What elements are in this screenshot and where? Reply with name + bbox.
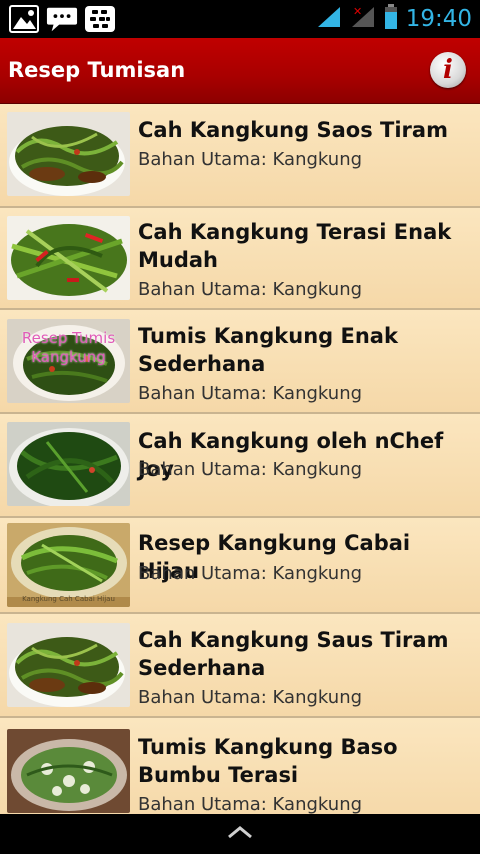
recipe-thumbnail [7, 729, 130, 813]
recipe-list[interactable]: Cah Kangkung Saos Tiram Bahan Utama: Kan… [0, 104, 480, 814]
svg-text:✕: ✕ [353, 5, 362, 18]
gallery-icon [8, 5, 40, 33]
recipe-subtitle: Bahan Utama: Kangkung [138, 279, 363, 300]
action-bar: Resep Tumisan i [0, 38, 480, 104]
recipe-title: Tumis Kangkung Enak Sederhana [138, 324, 398, 376]
recipe-subtitle: Bahan Utama: Kangkung [138, 794, 363, 814]
chevron-up-icon[interactable] [227, 824, 253, 844]
recipe-subtitle: Bahan Utama: Kangkung [138, 459, 363, 480]
recipe-thumbnail [7, 216, 130, 300]
recipe-title: Cah Kangkung Saus Tiram Sederhana [138, 628, 449, 680]
list-item[interactable]: Kangkung Cah Cabai Hijau Resep Kangkung … [0, 518, 480, 614]
recipe-thumbnail [7, 422, 130, 506]
chat-icon [46, 5, 78, 33]
recipe-thumbnail: Kangkung Cah Cabai Hijau [7, 523, 130, 607]
recipe-title: Cah Kangkung Saos Tiram [138, 118, 448, 142]
nav-bar [0, 814, 480, 854]
list-item[interactable]: Tumis Kangkung Baso Bumbu Terasi Bahan U… [0, 718, 480, 814]
wifi-icon [316, 5, 342, 33]
recipe-subtitle: Bahan Utama: Kangkung [138, 149, 363, 170]
list-item[interactable]: Cah Kangkung Saos Tiram Bahan Utama: Kan… [0, 104, 480, 208]
recipe-thumbnail [7, 112, 130, 196]
list-item[interactable]: Cah Kangkung oleh nChef Joy Bahan Utama:… [0, 414, 480, 518]
list-item[interactable]: Cah Kangkung Terasi Enak Mudah Bahan Uta… [0, 208, 480, 310]
list-item[interactable]: Resep Tumis Kangkung Tumis Kangkung Enak… [0, 310, 480, 414]
battery-icon [384, 4, 398, 34]
info-button[interactable]: i [430, 52, 466, 88]
thumbnail-watermark: Kangkung Cah Cabai Hijau [22, 595, 115, 603]
recipe-subtitle: Bahan Utama: Kangkung [138, 563, 363, 584]
recipe-title: Tumis Kangkung Baso Bumbu Terasi [138, 735, 398, 787]
info-icon: i [443, 55, 453, 85]
thumbnail-watermark: Resep Tumis Kangkung [21, 329, 116, 366]
bbm-icon [84, 5, 116, 33]
recipe-subtitle: Bahan Utama: Kangkung [138, 687, 363, 708]
clock: 19:40 [405, 6, 472, 32]
recipe-thumbnail: Resep Tumis Kangkung [7, 319, 130, 403]
page-title: Resep Tumisan [8, 58, 186, 82]
status-bar: ✕ 19:40 [0, 0, 480, 38]
recipe-title: Cah Kangkung Terasi Enak Mudah [138, 220, 452, 272]
list-item[interactable]: Cah Kangkung Saus Tiram Sederhana Bahan … [0, 614, 480, 718]
recipe-thumbnail [7, 623, 130, 707]
signal-icon: ✕ [350, 5, 376, 33]
recipe-subtitle: Bahan Utama: Kangkung [138, 383, 363, 404]
